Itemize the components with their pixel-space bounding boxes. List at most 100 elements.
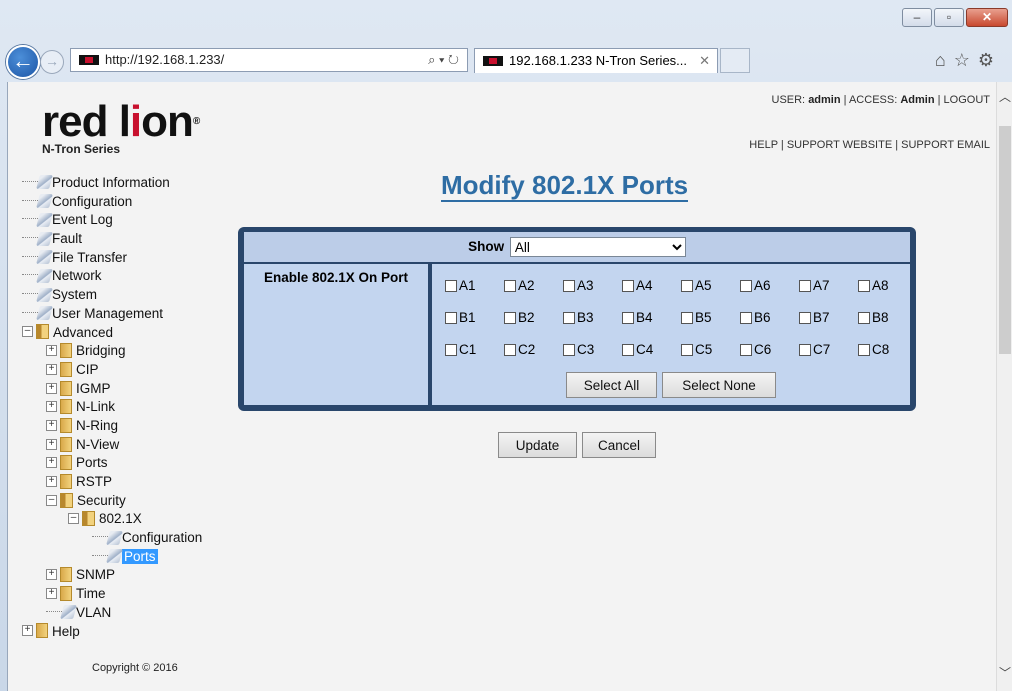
nav-item-nring[interactable]: + N-Ring xyxy=(22,417,202,436)
logout-link[interactable]: LOGOUT xyxy=(944,94,990,106)
port-checkbox[interactable]: B2 xyxy=(504,310,563,325)
port-checkbox[interactable]: C7 xyxy=(799,342,858,357)
gear-icon[interactable]: ⚙ xyxy=(978,50,1002,70)
refresh-icon[interactable]: ↻ xyxy=(448,52,459,67)
port-checkbox[interactable]: A2 xyxy=(504,278,563,293)
checkbox-icon[interactable] xyxy=(563,311,575,324)
checkbox-icon[interactable] xyxy=(681,343,693,356)
maximize-button[interactable]: ▫ xyxy=(934,8,964,27)
support-email-link[interactable]: SUPPORT EMAIL xyxy=(901,139,990,151)
nav-item-event-log[interactable]: Event Log xyxy=(22,211,202,230)
checkbox-icon[interactable] xyxy=(740,343,752,356)
checkbox-icon[interactable] xyxy=(799,311,811,324)
nav-item-igmp[interactable]: + IGMP xyxy=(22,380,202,399)
nav-item-vlan[interactable]: VLAN xyxy=(22,604,202,623)
port-checkbox[interactable]: C1 xyxy=(445,342,504,357)
address-bar[interactable]: http://192.168.1.233/ ⌕ ▾ ↻ xyxy=(70,48,468,72)
nav-item-network[interactable]: Network xyxy=(22,267,202,286)
checkbox-icon[interactable] xyxy=(740,279,752,292)
browser-tab[interactable]: 192.168.1.233 N-Tron Series... ✕ xyxy=(474,48,718,73)
port-checkbox[interactable]: C4 xyxy=(622,342,681,357)
nav-item-file-transfer[interactable]: File Transfer xyxy=(22,249,202,268)
port-checkbox[interactable]: B8 xyxy=(858,310,917,325)
nav-item-time[interactable]: + Time xyxy=(22,585,202,604)
port-checkbox[interactable]: B3 xyxy=(563,310,622,325)
port-checkbox[interactable]: A3 xyxy=(563,278,622,293)
port-checkbox[interactable]: B1 xyxy=(445,310,504,325)
nav-item-fault[interactable]: Fault xyxy=(22,230,202,249)
nav-item-help[interactable]: + Help xyxy=(22,623,202,642)
nav-item-bridging[interactable]: + Bridging xyxy=(22,342,202,361)
port-checkbox[interactable]: B5 xyxy=(681,310,740,325)
nav-item-cip[interactable]: + CIP xyxy=(22,361,202,380)
cancel-button[interactable]: Cancel xyxy=(582,432,656,458)
nav-item-ports[interactable]: + Ports xyxy=(22,454,202,473)
select-none-button[interactable]: Select None xyxy=(662,372,776,398)
show-select[interactable]: All xyxy=(509,237,686,258)
checkbox-icon[interactable] xyxy=(858,343,870,356)
nav-item-configuration[interactable]: Configuration xyxy=(22,193,202,212)
nav-item-nview[interactable]: + N-View xyxy=(22,436,202,455)
nav-item-802-1x[interactable]: –802.1X xyxy=(22,510,202,529)
checkbox-icon[interactable] xyxy=(740,311,752,324)
port-checkbox[interactable]: C5 xyxy=(681,342,740,357)
checkbox-icon[interactable] xyxy=(563,279,575,292)
port-checkbox[interactable]: A6 xyxy=(740,278,799,293)
support-website-link[interactable]: SUPPORT WEBSITE xyxy=(787,139,892,151)
checkbox-icon[interactable] xyxy=(622,311,634,324)
minimize-button[interactable]: – xyxy=(902,8,932,27)
help-link[interactable]: HELP xyxy=(749,139,778,151)
close-window-button[interactable]: ✕ xyxy=(966,8,1008,27)
nav-item-advanced[interactable]: – Advanced xyxy=(22,324,202,343)
select-all-button[interactable]: Select All xyxy=(566,372,657,398)
nav-item-802-1x-ports[interactable]: Ports xyxy=(22,548,202,567)
port-checkbox[interactable]: A8 xyxy=(858,278,917,293)
port-checkbox[interactable]: A4 xyxy=(622,278,681,293)
checkbox-icon[interactable] xyxy=(563,343,575,356)
checkbox-icon[interactable] xyxy=(504,343,516,356)
port-checkbox[interactable]: A7 xyxy=(799,278,858,293)
scroll-up-icon[interactable]: ︿ xyxy=(999,88,1011,105)
port-checkbox[interactable]: C2 xyxy=(504,342,563,357)
port-checkbox[interactable]: B6 xyxy=(740,310,799,325)
scroll-thumb[interactable] xyxy=(999,126,1011,354)
back-arrow-icon[interactable]: ← xyxy=(6,45,40,79)
checkbox-icon[interactable] xyxy=(504,311,516,324)
nav-item-rstp[interactable]: + RSTP xyxy=(22,473,202,492)
port-checkbox[interactable]: A5 xyxy=(681,278,740,293)
port-checkbox[interactable]: A1 xyxy=(445,278,504,293)
checkbox-icon[interactable] xyxy=(504,279,516,292)
home-icon[interactable]: ⌂ xyxy=(935,50,954,70)
checkbox-icon[interactable] xyxy=(622,279,634,292)
port-checkbox[interactable]: B4 xyxy=(622,310,681,325)
port-checkbox[interactable]: C6 xyxy=(740,342,799,357)
checkbox-icon[interactable] xyxy=(445,311,457,324)
nav-item-security[interactable]: – Security xyxy=(22,492,202,511)
nav-item-snmp[interactable]: + SNMP xyxy=(22,566,202,585)
port-checkbox[interactable]: B7 xyxy=(799,310,858,325)
favorites-star-icon[interactable]: ☆ xyxy=(954,50,978,70)
nav-item-system[interactable]: System xyxy=(22,286,202,305)
checkbox-icon[interactable] xyxy=(799,279,811,292)
checkbox-icon[interactable] xyxy=(681,311,693,324)
checkbox-icon[interactable] xyxy=(799,343,811,356)
checkbox-icon[interactable] xyxy=(445,279,457,292)
nav-item-product-information[interactable]: Product Information xyxy=(22,174,202,193)
close-tab-icon[interactable]: ✕ xyxy=(699,49,710,73)
forward-arrow-icon[interactable]: → xyxy=(40,50,64,74)
checkbox-icon[interactable] xyxy=(622,343,634,356)
port-checkbox[interactable]: C8 xyxy=(858,342,917,357)
checkbox-icon[interactable] xyxy=(681,279,693,292)
nav-item-nlink[interactable]: + N-Link xyxy=(22,398,202,417)
checkbox-icon[interactable] xyxy=(858,279,870,292)
search-icon[interactable]: ⌕ xyxy=(428,52,435,67)
vertical-scrollbar[interactable]: ︿ ﹀ xyxy=(996,82,1012,691)
port-checkbox[interactable]: C3 xyxy=(563,342,622,357)
update-button[interactable]: Update xyxy=(498,432,577,458)
scroll-down-icon[interactable]: ﹀ xyxy=(999,664,1011,681)
checkbox-icon[interactable] xyxy=(858,311,870,324)
nav-item-user-management[interactable]: User Management xyxy=(22,305,202,324)
new-tab-button[interactable] xyxy=(720,48,750,73)
checkbox-icon[interactable] xyxy=(445,343,457,356)
nav-item-802-1x-configuration[interactable]: Configuration xyxy=(22,529,202,548)
